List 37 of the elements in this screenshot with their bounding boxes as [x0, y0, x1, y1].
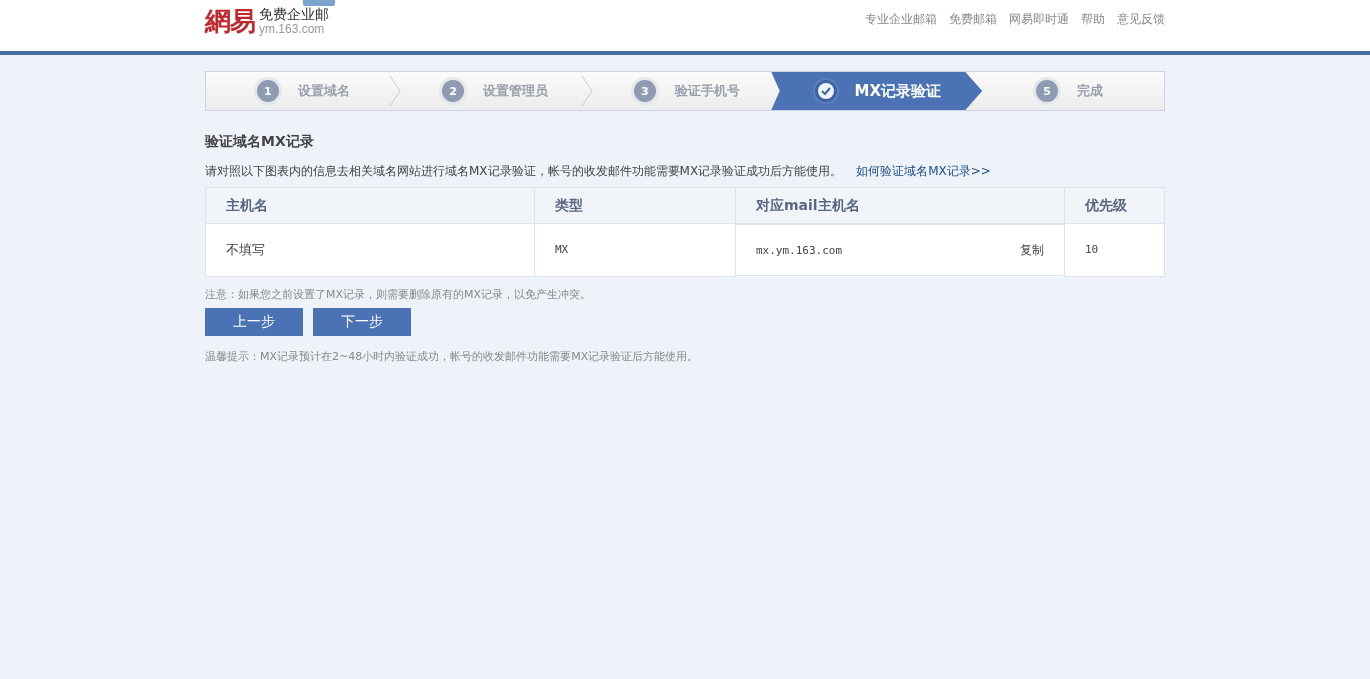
table-cell: mx.ym.163.com [756, 243, 843, 257]
nav-link[interactable]: 意见反馈 [1117, 11, 1165, 28]
step-label: 设置管理员 [483, 82, 549, 100]
step-label: 验证手机号 [674, 82, 740, 100]
step-number: 1 [253, 77, 282, 105]
step-number: 3 [630, 77, 659, 105]
step-number: 5 [1033, 77, 1062, 105]
table-cell: 10 [1064, 223, 1165, 276]
step-number: 2 [439, 77, 468, 105]
section-title: 验证域名MX记录 [205, 133, 315, 151]
table-cell: 不填写 [205, 223, 535, 276]
nav-link[interactable]: 免费邮箱 [949, 11, 997, 28]
step-label: MX记录验证 [854, 81, 941, 101]
instruction-text: 请对照以下图表内的信息去相关域名网站进行域名MX记录验证，帐号的收发邮件功能需要MX记录验证成功后方能使用。 [205, 163, 843, 180]
column-header: 优先级 [1064, 187, 1165, 224]
column-header: 主机名 [205, 187, 535, 224]
nav-link[interactable]: 专业企业邮箱 [865, 11, 937, 28]
step-label: 完成 [1077, 82, 1104, 100]
nav-link[interactable]: 网易即时通 [1009, 11, 1069, 28]
logo-text: 網易 [205, 5, 255, 38]
previous-step-button[interactable]: 上一步 [205, 307, 303, 336]
column-header: 类型 [534, 187, 736, 224]
step-label: 设置域名 [297, 82, 350, 100]
product-name: 免费企业邮 [259, 6, 329, 22]
note-text: 注意：如果您之前设置了MX记录，则需要删除原有的MX记录，以免产生冲突。 [205, 286, 593, 302]
copy-link[interactable]: 复制 [1020, 241, 1044, 259]
chevron-icon [387, 74, 402, 108]
domain-text: ym.163.com [259, 21, 326, 37]
nav-link[interactable]: 帮助 [1081, 11, 1105, 28]
next-step-button[interactable]: 下一步 [313, 307, 411, 336]
check-circle-icon [812, 78, 839, 104]
chevron-icon [579, 74, 594, 108]
help-link[interactable]: 如何验证域名MX记录>> [856, 163, 991, 180]
column-header: 对应mail主机名 [735, 187, 1065, 224]
table-cell: MX [534, 223, 736, 276]
tip-text: 温馨提示：MX记录预计在2~48小时内验证成功，帐号的收发邮件功能需要MX记录验证后方能使用。 [205, 348, 700, 364]
beta-tag-icon [303, 0, 335, 6]
